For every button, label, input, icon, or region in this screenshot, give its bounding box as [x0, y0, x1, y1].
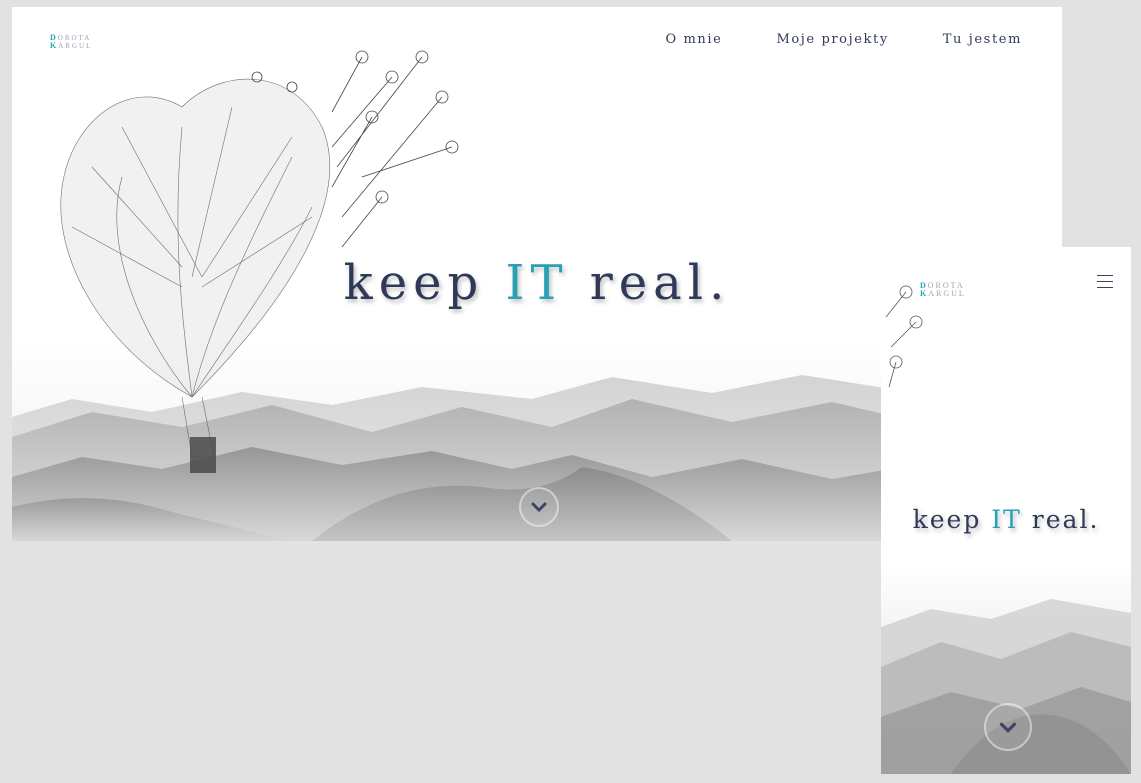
- chevron-down-icon: [531, 502, 547, 513]
- hamburger-icon[interactable]: [1097, 275, 1113, 293]
- hero-text-post: real.: [1021, 505, 1100, 534]
- nav-link-o-mnie[interactable]: O mnie: [666, 32, 723, 47]
- hero-text-pre: keep: [343, 255, 506, 311]
- site-logo[interactable]: DOROTA KARGUL: [920, 282, 966, 298]
- nav-link-moje-projekty[interactable]: Moje projekty: [776, 32, 888, 47]
- scroll-down-button[interactable]: [519, 487, 559, 527]
- nav-link-tu-jestem[interactable]: Tu jestem: [943, 32, 1022, 47]
- scroll-down-button[interactable]: [984, 703, 1032, 751]
- dandelion-balloon-illustration: [60, 50, 459, 473]
- hero-headline: keep IT real.: [881, 505, 1131, 534]
- hero-text-accent: IT: [505, 255, 569, 311]
- site-logo[interactable]: DOROTA KARGUL: [50, 34, 92, 51]
- chevron-down-icon: [999, 722, 1017, 733]
- mobile-preview: DOROTA KARGUL keep IT real.: [881, 247, 1131, 774]
- hero-text-pre: keep: [912, 505, 992, 534]
- hero-text-accent: IT: [991, 505, 1022, 534]
- hero-text-post: real.: [568, 255, 731, 311]
- main-navigation: O mnie Moje projekty Tu jestem: [666, 32, 1023, 47]
